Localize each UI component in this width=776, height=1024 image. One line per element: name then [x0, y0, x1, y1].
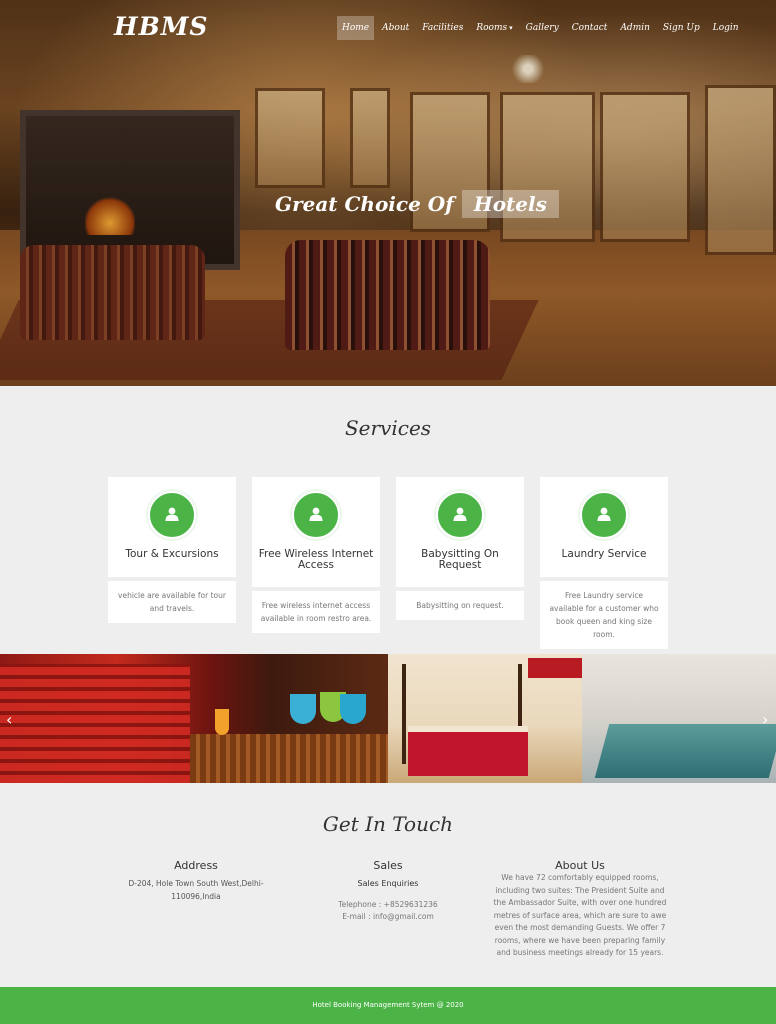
- nav-rooms[interactable]: Rooms ▾: [471, 16, 517, 40]
- nav-facilities[interactable]: Facilities: [417, 16, 468, 40]
- about-text: We have 72 comfortably equipped rooms, i…: [493, 873, 667, 957]
- about-column: About Us We have 72 comfortably equipped…: [492, 859, 668, 960]
- user-icon: [580, 491, 628, 539]
- brand-logo[interactable]: HBMS: [114, 12, 208, 41]
- service-title: Laundry Service: [561, 548, 647, 560]
- footer: Hotel Booking Management Sytem @ 2020: [0, 987, 776, 1024]
- service-title: Tour & Excursions: [125, 548, 219, 560]
- nav-login[interactable]: Login: [708, 16, 744, 40]
- service-card: Babysitting On Request Babysitting on re…: [396, 463, 524, 620]
- nav-signup[interactable]: Sign Up: [658, 16, 705, 40]
- gallery-image-restaurant: [0, 654, 388, 783]
- sales-column: Sales Sales Enquiries Telephone : +85296…: [318, 859, 458, 924]
- hero-headline: Great Choice Of Hotels: [275, 190, 559, 218]
- headline-highlight: Hotels: [461, 190, 559, 218]
- nav-about[interactable]: About: [377, 16, 414, 40]
- service-title: Babysitting On Request: [421, 548, 499, 571]
- service-card: Laundry Service Free Laundry service ava…: [540, 463, 668, 649]
- address-heading: Address: [174, 859, 218, 872]
- chevron-left-icon[interactable]: ‹: [6, 710, 12, 729]
- service-card: Tour & Excursions vehicle are available …: [108, 463, 236, 623]
- caret-down-icon: ▾: [509, 24, 513, 32]
- main-nav: Home About Facilities Rooms ▾ Gallery Con…: [337, 16, 747, 40]
- service-desc: Babysitting on request.: [396, 591, 524, 620]
- service-desc: Free wireless internet access available …: [252, 591, 380, 633]
- nav-gallery[interactable]: Gallery: [521, 16, 564, 40]
- gallery-carousel[interactable]: ‹ ›: [0, 654, 776, 783]
- service-desc: vehicle are available for tour and trave…: [108, 581, 236, 623]
- contact-title: Get In Touch: [322, 812, 454, 836]
- headline-text: Great Choice Of: [275, 192, 454, 216]
- sales-subheading: Sales Enquiries: [357, 879, 419, 888]
- gallery-image-pool: [582, 654, 776, 783]
- about-heading: About Us: [555, 859, 605, 872]
- address-text: D-204, Hole Town South West,Delhi-110096…: [128, 879, 264, 901]
- user-icon: [436, 491, 484, 539]
- footer-text: Hotel Booking Management Sytem @ 2020: [312, 1001, 464, 1009]
- hero-banner: HBMS Home About Facilities Rooms ▾ Galler…: [0, 0, 776, 386]
- service-title: Free Wireless Internet Access: [258, 548, 374, 571]
- nav-contact[interactable]: Contact: [567, 16, 613, 40]
- nav-rooms-label: Rooms: [476, 23, 508, 33]
- chevron-right-icon[interactable]: ›: [762, 710, 768, 729]
- nav-admin[interactable]: Admin: [615, 16, 654, 40]
- sales-telephone: Telephone : +8529631236: [338, 899, 438, 909]
- nav-home[interactable]: Home: [337, 16, 375, 40]
- sales-heading: Sales: [373, 859, 403, 872]
- service-desc: Free Laundry service available for a cus…: [540, 581, 668, 649]
- user-icon: [292, 491, 340, 539]
- sales-email[interactable]: E-mail : info@gmail.com: [318, 911, 458, 924]
- address-column: Address D-204, Hole Town South West,Delh…: [126, 859, 266, 903]
- gallery-image-bedroom: [388, 654, 582, 783]
- services-title: Services: [344, 416, 432, 440]
- user-icon: [148, 491, 196, 539]
- service-card: Free Wireless Internet Access Free wirel…: [252, 463, 380, 633]
